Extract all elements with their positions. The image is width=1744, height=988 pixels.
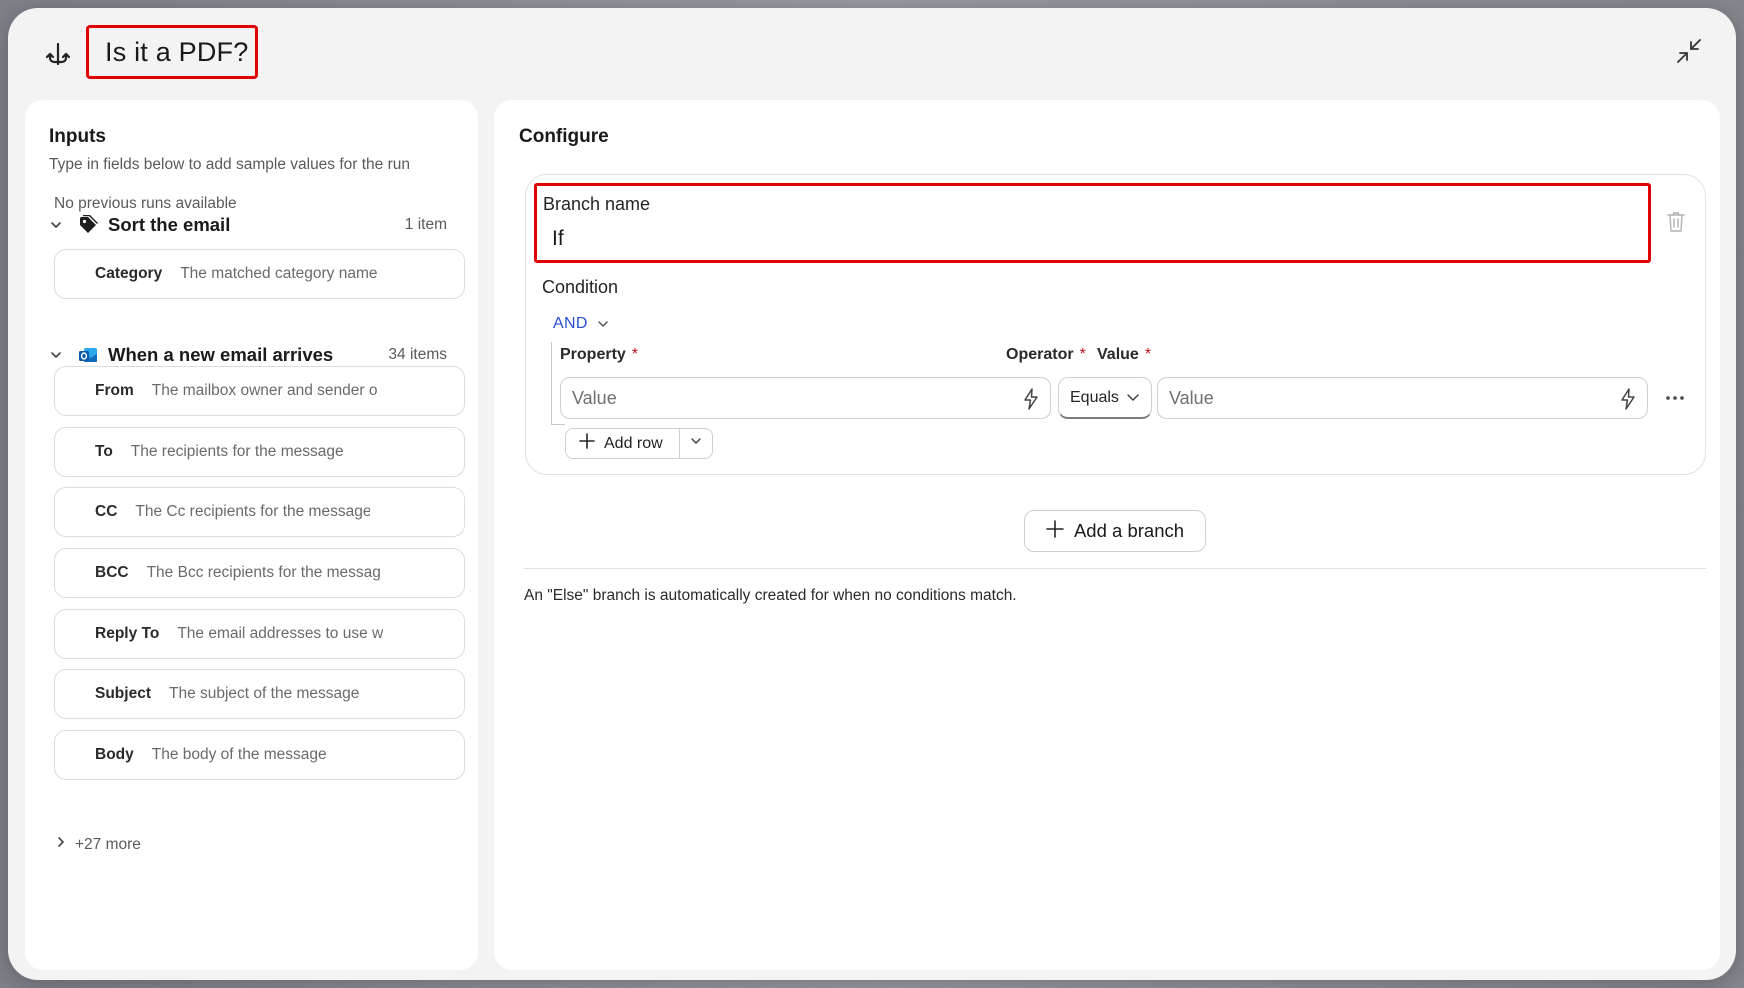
tag-icon bbox=[77, 214, 99, 236]
condition-editor-modal: Is it a PDF? Inputs Type in fields below… bbox=[8, 8, 1736, 980]
branch-name-field[interactable]: Branch name If bbox=[534, 183, 1651, 263]
operator-value: Equals bbox=[1070, 388, 1119, 406]
branch-name-value: If bbox=[552, 227, 564, 250]
plus-icon bbox=[1046, 519, 1064, 543]
value-column-label: Value * bbox=[1097, 346, 1151, 364]
else-branch-note: An "Else" branch is automatically create… bbox=[524, 587, 1017, 604]
chevron-down-icon bbox=[596, 317, 610, 331]
field-placeholder: The matched category name bbox=[180, 265, 378, 282]
logic-operator-dropdown[interactable]: AND bbox=[547, 311, 616, 337]
body-input[interactable]: Body The body of the message bbox=[54, 730, 465, 780]
add-row-split-button: Add row bbox=[565, 428, 713, 459]
property-column-label: Property * bbox=[560, 346, 638, 364]
condition-label: Condition bbox=[542, 277, 619, 297]
value-placeholder: Value bbox=[1169, 387, 1214, 408]
inputs-title: Inputs bbox=[49, 126, 106, 147]
outlook-mail-icon bbox=[77, 344, 99, 366]
add-row-button[interactable]: Add row bbox=[566, 429, 680, 458]
collapse-button[interactable] bbox=[1672, 36, 1706, 70]
property-input[interactable]: Value bbox=[560, 377, 1051, 419]
required-mark: * bbox=[631, 346, 639, 363]
ellipsis-icon bbox=[1665, 388, 1685, 406]
inputs-panel: Inputs Type in fields below to add sampl… bbox=[25, 100, 478, 970]
inputs-subtitle: Type in fields below to add sample value… bbox=[49, 156, 411, 173]
required-mark: * bbox=[1144, 346, 1152, 363]
logic-operator-value: AND bbox=[553, 315, 588, 332]
condition-branch-icon bbox=[42, 38, 74, 70]
configure-panel: Configure Branch name If Condition AND P… bbox=[494, 100, 1720, 970]
operator-label: Operator bbox=[1006, 346, 1074, 363]
field-placeholder: The recipients for the message bbox=[130, 443, 344, 460]
property-label: Property bbox=[560, 346, 626, 363]
row-more-options-button[interactable] bbox=[1661, 387, 1689, 407]
field-label: BCC bbox=[95, 564, 129, 581]
property-placeholder: Value bbox=[572, 387, 617, 408]
operator-dropdown[interactable]: Equals bbox=[1058, 377, 1152, 419]
dynamic-content-icon[interactable] bbox=[1022, 388, 1040, 410]
cc-input[interactable]: CC The Cc recipients for the message bbox=[54, 487, 465, 537]
chevron-down-icon bbox=[47, 346, 65, 364]
group-name: When a new email arrives bbox=[108, 344, 334, 365]
page-title: Is it a PDF? bbox=[105, 36, 249, 67]
field-placeholder: The body of the message bbox=[151, 746, 327, 763]
branch-name-label: Branch name bbox=[543, 194, 651, 214]
add-row-label: Add row bbox=[604, 434, 663, 452]
value-input[interactable]: Value bbox=[1157, 377, 1648, 419]
field-label: Subject bbox=[95, 685, 151, 702]
add-branch-label: Add a branch bbox=[1073, 520, 1185, 541]
field-label: CC bbox=[95, 503, 118, 520]
add-branch-button[interactable]: Add a branch bbox=[1024, 510, 1206, 552]
field-placeholder: The email addresses to use w bbox=[177, 625, 384, 642]
field-label: Reply To bbox=[95, 625, 160, 642]
chevron-right-icon bbox=[55, 835, 67, 854]
from-input[interactable]: From The mailbox owner and sender o bbox=[54, 366, 465, 416]
field-label: Category bbox=[95, 265, 163, 282]
divider bbox=[524, 568, 1706, 569]
delete-branch-button[interactable] bbox=[1663, 210, 1689, 238]
field-label: From bbox=[95, 382, 134, 399]
chevron-down-icon bbox=[47, 216, 65, 234]
bcc-input[interactable]: BCC The Bcc recipients for the messag bbox=[54, 548, 465, 598]
value-label: Value bbox=[1097, 346, 1139, 363]
reply-to-input[interactable]: Reply To The email addresses to use w bbox=[54, 609, 465, 659]
plus-icon bbox=[579, 433, 595, 454]
show-more-button[interactable]: +27 more bbox=[55, 835, 141, 854]
title-highlight[interactable]: Is it a PDF? bbox=[86, 25, 258, 79]
category-input[interactable]: Category The matched category name bbox=[54, 249, 465, 299]
dynamic-content-icon[interactable] bbox=[1619, 388, 1637, 410]
field-label: To bbox=[95, 443, 113, 460]
field-placeholder: The subject of the message bbox=[168, 685, 360, 702]
operator-column-label: Operator * bbox=[1006, 346, 1086, 364]
collapse-icon bbox=[1676, 38, 1702, 69]
chevron-down-icon bbox=[1125, 391, 1141, 410]
chevron-down-icon bbox=[689, 434, 703, 453]
trash-icon bbox=[1667, 211, 1685, 238]
required-mark: * bbox=[1079, 346, 1086, 363]
configure-title: Configure bbox=[519, 126, 609, 147]
subject-input[interactable]: Subject The subject of the message bbox=[54, 669, 465, 719]
group-count: 1 item bbox=[404, 216, 447, 233]
field-placeholder: The Cc recipients for the message bbox=[135, 503, 371, 520]
branch-card: Branch name If Condition AND Property * … bbox=[525, 174, 1706, 475]
field-placeholder: The mailbox owner and sender o bbox=[151, 382, 378, 399]
field-placeholder: The Bcc recipients for the messag bbox=[146, 564, 381, 581]
group-name: Sort the email bbox=[108, 214, 231, 235]
group-count: 34 items bbox=[388, 346, 447, 363]
show-more-label: +27 more bbox=[75, 835, 141, 853]
field-label: Body bbox=[95, 746, 134, 763]
add-row-menu-button[interactable] bbox=[680, 429, 712, 458]
to-input[interactable]: To The recipients for the message bbox=[54, 427, 465, 477]
group-sort-the-email[interactable]: Sort the email 1 item bbox=[47, 210, 447, 240]
